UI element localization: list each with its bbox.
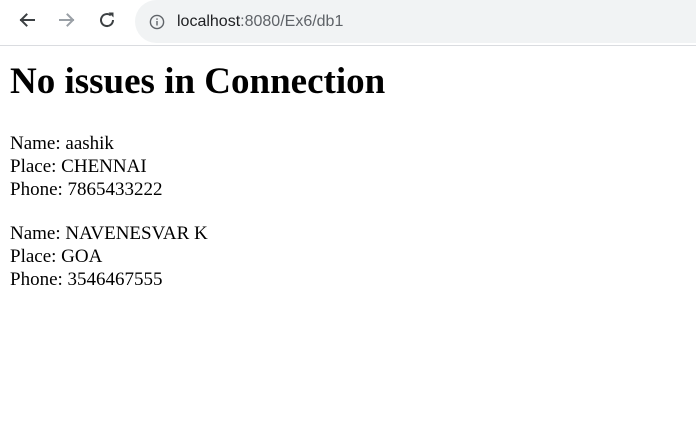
page-content: No issues in Connection Name: aashik Pla… <box>10 60 690 312</box>
record-name: Name: aashik <box>10 133 114 154</box>
url-host: localhost <box>177 12 241 30</box>
forward-button[interactable] <box>53 6 81 34</box>
record-phone: Phone: 3546467555 <box>10 269 163 290</box>
arrow-left-icon <box>17 10 37 30</box>
record-place: Place: CHENNAI <box>10 156 147 177</box>
record-place: Place: GOA <box>10 246 103 267</box>
back-button[interactable] <box>13 6 41 34</box>
reload-button[interactable] <box>93 6 121 34</box>
browser-toolbar: localhost:8080/Ex6/db1 <box>0 0 696 44</box>
page-title: No issues in Connection <box>10 61 386 102</box>
toolbar-divider <box>0 45 696 46</box>
address-bar[interactable]: localhost:8080/Ex6/db1 <box>135 0 696 43</box>
url-text: localhost:8080/Ex6/db1 <box>177 13 343 31</box>
record-entry: Name: NAVENESVAR K Place: GOA Phone: 354… <box>10 222 690 291</box>
record-phone: Phone: 7865433222 <box>10 179 163 200</box>
record-name: Name: NAVENESVAR K <box>10 223 208 244</box>
url-path: :8080/Ex6/db1 <box>240 12 344 30</box>
record-entry: Name: aashik Place: CHENNAI Phone: 78654… <box>10 132 690 201</box>
info-icon[interactable] <box>149 14 165 30</box>
reload-icon <box>97 10 117 30</box>
arrow-right-icon <box>57 10 77 30</box>
